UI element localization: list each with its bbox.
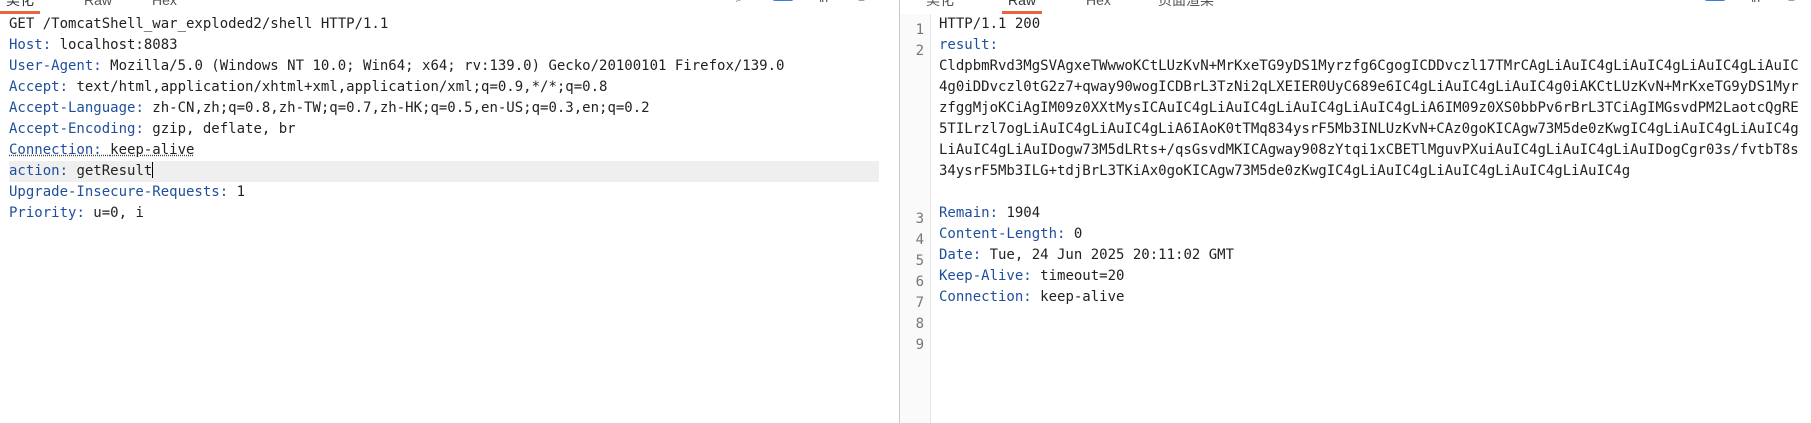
- header-row: Accept: text/html,application/xhtml+xml,…: [9, 79, 608, 95]
- line-number: 5: [915, 253, 924, 269]
- newline-icon[interactable]: \n: [818, 0, 828, 5]
- header-value: 0: [1073, 226, 1083, 242]
- tab-pretty[interactable]: 美化: [920, 0, 960, 11]
- toggle-badge-icon[interactable]: [1704, 0, 1726, 1]
- header-row: Priority: u=0, i: [9, 205, 144, 221]
- header-name: Upgrade-Insecure-Requests: [9, 184, 220, 200]
- header-name: Content-Length: [939, 226, 1058, 242]
- header-value: zh-CN,zh;q=0.8,zh-TW;q=0.7,zh-HK;q=0.5,e…: [152, 100, 650, 116]
- toggle-badge-icon[interactable]: [772, 0, 794, 1]
- header-name: User-Agent: [9, 58, 94, 74]
- result-header-name: result:: [939, 37, 999, 53]
- newline-icon[interactable]: \n: [1750, 0, 1760, 5]
- menu-icon[interactable]: ≡: [858, 0, 865, 5]
- request-tab-bar: 美化 Raw Hex ⌕ \n ≡: [0, 0, 899, 14]
- header-row-active[interactable]: action: getResult: [9, 161, 879, 182]
- header-value: gzip, deflate, br: [152, 121, 296, 137]
- header-value: u=0, i: [93, 205, 144, 221]
- header-row: Date: Tue, 24 Jun 2025 20:11:02 GMT: [939, 247, 1235, 263]
- header-name: Host: [9, 37, 43, 53]
- line-number: 2: [915, 43, 924, 59]
- line-number: 3: [915, 211, 924, 227]
- text-caret: [152, 162, 154, 178]
- header-value: Tue, 24 Jun 2025 20:11:02 GMT: [989, 247, 1235, 263]
- tab-raw[interactable]: Raw: [1002, 0, 1043, 14]
- header-name: action: [9, 163, 60, 179]
- header-value: Mozilla/5.0 (Windows NT 10.0; Win64; x64…: [110, 58, 785, 74]
- line-number-gutter: 1 2 3 4 5 6 7 8 9: [900, 14, 931, 423]
- header-name: Date: [939, 247, 973, 263]
- header-value: 1904: [1006, 205, 1041, 221]
- header-value: localhost:8083: [59, 37, 178, 53]
- header-name: Priority: [9, 205, 77, 221]
- line-number: 9: [915, 337, 924, 353]
- tab-pretty[interactable]: 美化: [0, 0, 40, 14]
- header-row: Keep-Alive: timeout=20: [939, 268, 1125, 284]
- header-value: keep-alive: [1040, 289, 1125, 305]
- header-row: Host: localhost:8083: [9, 37, 178, 53]
- header-value: text/html,application/xhtml+xml,applicat…: [76, 79, 608, 95]
- header-row: Content-Length: 0: [939, 226, 1083, 242]
- header-value: 1: [236, 184, 246, 200]
- header-value: timeout=20: [1040, 268, 1125, 284]
- header-name: Connection: [939, 289, 1024, 305]
- tab-render[interactable]: 页面渲染: [1152, 0, 1220, 11]
- header-name: Accept-Encoding: [9, 121, 136, 137]
- line-number: 7: [915, 295, 924, 311]
- tab-hex[interactable]: Hex: [146, 0, 183, 11]
- header-value: getResult: [76, 163, 153, 179]
- status-line: HTTP/1.1 200: [939, 16, 1041, 32]
- request-editor-pane[interactable]: 美化 Raw Hex ⌕ \n ≡ GET /TomcatShell_war_e…: [0, 0, 899, 423]
- header-row: Accept-Encoding: gzip, deflate, br: [9, 121, 296, 137]
- header-name: Accept-Language: [9, 100, 136, 116]
- request-line: GET /TomcatShell_war_exploded2/shell HTT…: [9, 16, 389, 32]
- header-row: Connection: keep-alive: [9, 142, 195, 158]
- result-value: CldpbmRvd3MgSVAgxeTWwwoKCtLUzKvN+MrKxeTG…: [939, 58, 1799, 179]
- header-name: Remain: [939, 205, 990, 221]
- header-row: Accept-Language: zh-CN,zh;q=0.8,zh-TW;q=…: [9, 100, 650, 116]
- tab-raw[interactable]: Raw: [78, 0, 118, 11]
- search-icon[interactable]: ⌕: [736, 0, 743, 6]
- header-name: Accept: [9, 79, 60, 95]
- line-number: 6: [915, 274, 924, 290]
- header-row: Upgrade-Insecure-Requests: 1: [9, 184, 246, 200]
- header-row: User-Agent: Mozilla/5.0 (Windows NT 10.0…: [9, 58, 785, 74]
- line-number: 8: [915, 316, 924, 332]
- response-tab-bar: 美化 Raw Hex 页面渲染 \n ≡: [900, 0, 1811, 14]
- line-number: 1: [915, 22, 924, 38]
- header-row: Connection: keep-alive: [939, 289, 1125, 305]
- line-number: 4: [915, 232, 924, 248]
- menu-icon[interactable]: ≡: [1788, 0, 1795, 5]
- header-name: Keep-Alive: [939, 268, 1024, 284]
- header-value: keep-alive: [110, 142, 195, 158]
- header-name: Connection: [9, 142, 94, 158]
- tab-hex[interactable]: Hex: [1080, 0, 1117, 11]
- header-row: Remain: 1904: [939, 205, 1041, 221]
